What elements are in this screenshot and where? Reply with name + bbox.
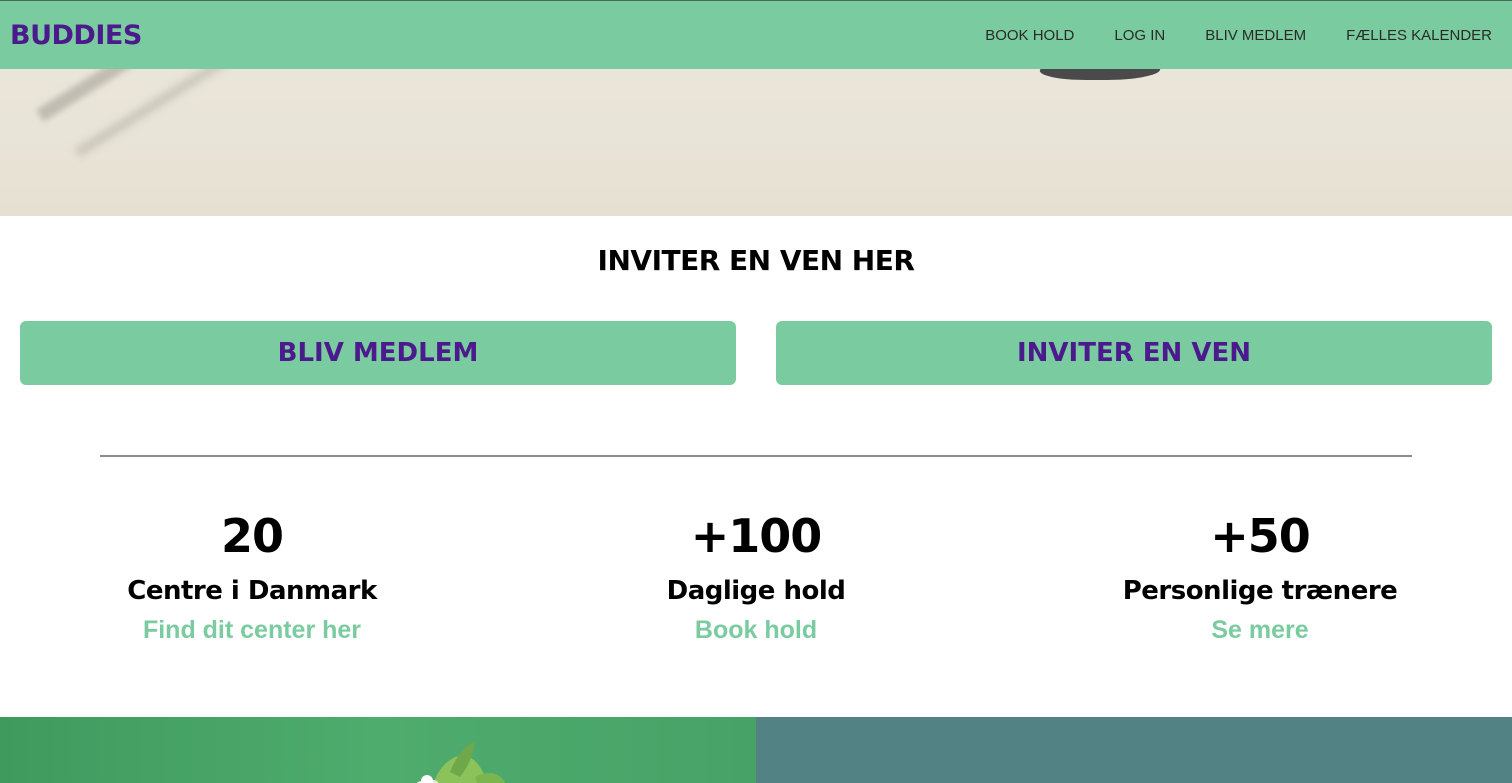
stat-number: +50 [1210, 509, 1311, 563]
stat-label: Centre i Danmark [127, 576, 377, 606]
find-center-link[interactable]: Find dit center her [0, 614, 504, 646]
bottom-teal-panel [756, 717, 1512, 783]
nav-link-log-in[interactable]: LOG IN [1114, 27, 1165, 44]
nav-link-faelles-kalender[interactable]: FÆLLES KALENDER [1346, 27, 1492, 44]
stat-personal-trainers: +50 Personlige trænere Se mere [1008, 508, 1512, 646]
nav-link-bliv-medlem[interactable]: BLIV MEDLEM [1205, 27, 1306, 44]
stat-label: Daglige hold [666, 576, 846, 606]
nav-links: BOOK HOLD LOG IN BLIV MEDLEM FÆLLES KALE… [985, 27, 1492, 44]
plant-illustration [416, 742, 505, 783]
brand-logo[interactable]: BUDDIES [10, 20, 142, 51]
nav-link-book-hold[interactable]: BOOK HOLD [985, 27, 1074, 44]
invite-friend-button[interactable]: INVITER EN VEN [776, 321, 1492, 385]
stat-label: Personlige trænere [1122, 576, 1398, 606]
bottom-image-plant [0, 717, 756, 783]
section-divider [100, 455, 1412, 457]
stat-number: 20 [220, 509, 284, 563]
invite-section-title: INVITER EN VEN HER [597, 244, 915, 277]
stat-centers: 20 Centre i Danmark Find dit center her [0, 508, 504, 646]
see-more-link[interactable]: Se mere [1008, 614, 1512, 646]
join-member-button[interactable]: BLIV MEDLEM [20, 321, 736, 385]
stat-number: +100 [690, 509, 823, 563]
stat-daily-classes: +100 Daglige hold Book hold [504, 508, 1008, 646]
top-navbar: BUDDIES BOOK HOLD LOG IN BLIV MEDLEM FÆL… [0, 0, 1512, 69]
book-class-link[interactable]: Book hold [504, 614, 1008, 646]
